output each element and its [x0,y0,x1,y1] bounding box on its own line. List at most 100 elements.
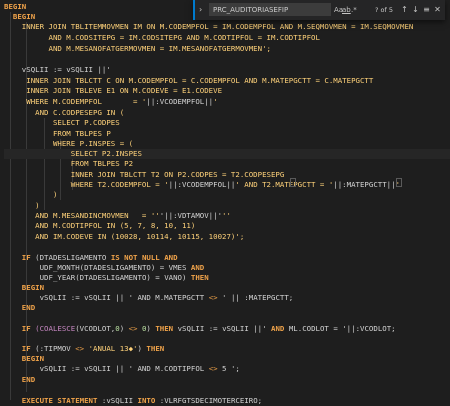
arrow-up-icon[interactable]: ↑ [399,4,410,15]
code-token: (DTADESLIGAMENTO) = VANO) [75,273,191,282]
code-line[interactable]: AND M.CODSITEPG = IM.CODSITEPG AND M.COD… [4,33,320,43]
code-line[interactable]: IF (COALESCE(VCODLOT,0) <> 0) THEN vSQLI… [4,324,396,334]
code-line[interactable]: AND C.CODPESEPG IN ( [4,108,124,118]
find-result-count: ? of 5 [375,6,393,14]
find-input[interactable]: PRC_AUDITORIASEFIP [209,3,331,16]
code-token: AND IM.CODEVE IN (10028, 10114, 10115, 1… [4,232,245,241]
code-token: ) [4,190,58,199]
regex-toggle[interactable]: .* [351,5,357,15]
code-line[interactable]: vSQLII := vSQLII ||' [4,65,111,75]
code-token: WHERE M.CODEMPFOL = ' [4,97,147,106]
code-token: vSQLII := vSQLII || ' AND M.MATEPGCTT [4,293,209,302]
code-line[interactable]: AND M.MESANDINCMOVMEN = '''||:VDTAMOV||'… [4,211,231,221]
code-token: AND C.CODPESEPG IN ( [4,108,125,117]
code-token: BEGIN [4,2,27,11]
code-token: END [4,303,36,312]
code-token: (COALESCE [35,324,76,333]
code-token: UDF_YEAR [4,273,76,282]
code-line[interactable]: IF (DTADESLIGAMENTO IS NOT NULL AND [4,253,178,263]
code-token: (:TIPMOV [35,344,76,353]
code-line[interactable]: WHERE T2.CODEMPFOL = '||:VCODEMPFOL||' A… [4,180,400,190]
code-line[interactable]: INNER JOIN TBLEVE E1 ON M.CODEVE = E1.CO… [4,86,222,96]
code-line[interactable]: FROM TBLPES P [4,129,111,139]
code-token: FROM TBLPES P2 [4,159,134,168]
code-line[interactable]: AND IM.CODEVE IN (10028, 10114, 10115, 1… [4,232,244,242]
code-line[interactable]: vSQLII := vSQLII || ' AND M.CODTIPFOL <>… [4,364,240,374]
code-token: AND M.CODTIPFOL IN (5, 7, 8, 10, 11) [4,221,196,230]
code-token: AND M.MESANDINCMOVMEN = '' [4,211,160,220]
code-token: 5 '; [217,364,240,373]
code-line[interactable]: END [4,375,35,385]
code-token: IS NOT NULL AND [110,253,178,262]
code-token: SELECT P2.INSPES [4,149,142,158]
code-token: ||:VCODEMPFOL|| [146,97,214,106]
code-line[interactable]: AND M.MESANOFATGERMOVMEN = IM.MESANOFATG… [4,44,271,54]
code-line[interactable]: UDF_YEAR(DTADESLIGAMENTO) = VANO) THEN [4,273,209,283]
code-token: THEN [155,324,174,333]
code-token: ' || :MATEPGCTT; [217,293,294,302]
code-token: AND M.CODSITEPG = IM.CODSITEPG AND M.COD… [4,33,320,42]
code-token: IF [4,253,36,262]
code-token: AND [190,263,205,272]
code-line[interactable]: INNER JOIN TBLITEMMOVMEN IM ON M.CODEMPF… [4,22,414,32]
code-token: vSQLII := vSQLII ||' [4,65,111,74]
code-line[interactable]: SELECT P.CODPES [4,118,120,128]
chevron-right-icon[interactable]: › [199,5,207,15]
code-token: THEN [146,344,165,353]
code-token: END [4,375,36,384]
code-line[interactable]: BEGIN [4,12,35,22]
code-token: (DTADESLIGAMENTO) = VMES [79,263,191,272]
code-token: INTO [137,396,156,405]
code-token: ) [146,324,156,333]
code-token: <> [128,324,138,333]
code-line[interactable]: ) [4,201,39,211]
code-token: BEGIN [4,283,45,292]
code-token: ML.CODLOT = '||:VCODLOT; [284,324,396,333]
code-line[interactable]: BEGIN [4,2,26,12]
code-line[interactable]: BEGIN [4,354,44,364]
code-token: BEGIN [4,354,45,363]
code-token: AND [271,324,285,333]
code-line[interactable]: INNER JOIN TBLCTT C ON M.CODEMPFOL = C.C… [4,76,373,86]
code-token: :VLRFGTSDECIMOTERCEIRO; [155,396,263,405]
code-line[interactable]: BEGIN [4,283,44,293]
find-input-value: PRC_AUDITORIASEFIP [213,6,289,14]
code-token: INNER JOIN TBLCTT T2 ON P2.CODPES = T2.C… [4,170,285,179]
code-editor[interactable]: BEGIN BEGIN INNER JOIN TBLITEMMOVMEN IM … [0,0,450,405]
code-token: INNER JOIN TBLCTT C ON M.CODEMPFOL = C.C… [4,76,374,85]
code-token: FROM TBLPES P [4,129,111,138]
code-token: INNER JOIN TBLEVE E1 ON M.CODEVE = E1.CO… [4,86,223,95]
code-line[interactable]: INNER JOIN TBLCTT T2 ON P2.CODPES = T2.C… [4,170,285,180]
code-token: ||:VCODEMPFOL|| [168,180,236,189]
code-line[interactable]: SELECT P2.INSPES [4,149,450,159]
whole-word-toggle[interactable]: ab [342,5,351,15]
code-line[interactable]: AND M.CODTIPFOL IN (5, 7, 8, 10, 11) [4,221,195,231]
code-token: ' AND T2.MATEPGCTT = ' [235,180,334,189]
code-token: (VCODLOT, [75,324,116,333]
code-token: ) [119,324,129,333]
code-line[interactable]: ) [4,190,57,200]
code-line[interactable]: WHERE M.CODEMPFOL = '||:VCODEMPFOL||' [4,97,218,107]
code-token: vSQLII := vSQLII ||' [173,324,272,333]
selection-icon[interactable]: ≡ [421,4,432,15]
code-token: ' [213,97,218,106]
code-token: <> [75,344,85,353]
code-token: INNER JOIN TBLITEMMOVMEN IM ON M.CODEMPF… [4,22,414,31]
code-line[interactable]: UDF_MONTH(DTADESLIGAMENTO) = VMES AND [4,263,205,273]
code-line[interactable]: IF (:TIPMOV <> 'ANUAL 13◆') THEN [4,344,164,354]
code-token: WHERE P.INSPES = ( [4,139,134,148]
code-line[interactable]: FROM TBLPES P2 [4,159,133,169]
code-token: UDF_MONTH [4,263,80,272]
arrow-down-icon[interactable]: ↓ [410,4,421,15]
code-line[interactable]: WHERE P.INSPES = ( [4,139,133,149]
code-token: '||:VDTAMOV||' [159,211,223,220]
code-line[interactable]: vSQLII := vSQLII || ' AND M.MATEPGCTT <>… [4,293,294,303]
code-line[interactable]: END [4,303,35,313]
code-token: BEGIN [4,12,36,21]
code-token: IF [4,324,36,333]
find-widget: › PRC_AUDITORIASEFIP Aa ab .* ? of 5 ↑ ↓… [193,0,445,20]
bracket-match-box [396,178,402,187]
close-icon[interactable]: ✕ [432,4,443,15]
code-token: ||:MATEPGCTT|| [333,180,396,189]
code-token: EXECUTE STATEMENT [4,396,102,405]
